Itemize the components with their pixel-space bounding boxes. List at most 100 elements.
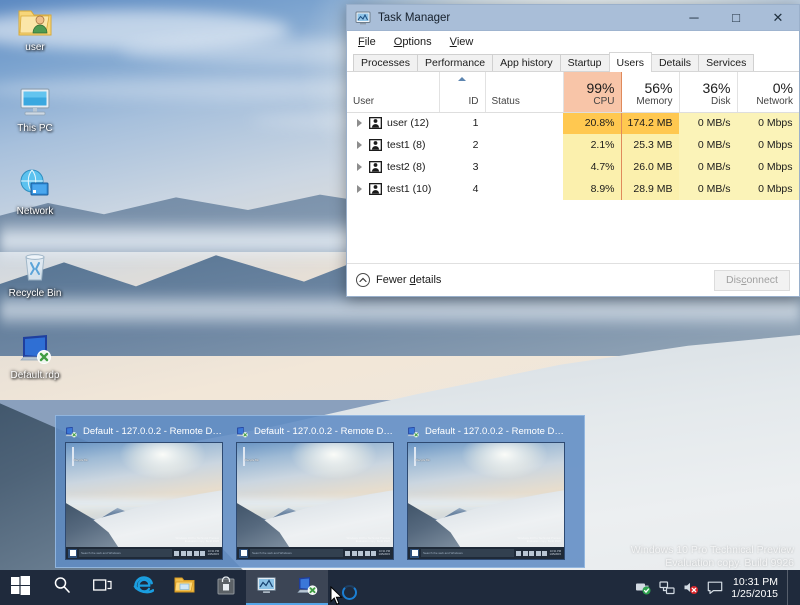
fewer-details-label: Fewer details bbox=[376, 274, 441, 286]
users-table-body: user (12)120.8%174.2 MB0 MB/s0 Mbpstest1… bbox=[347, 112, 799, 200]
column-header-disk[interactable]: 36% Disk bbox=[679, 72, 737, 112]
column-header-label: Network bbox=[744, 96, 794, 108]
chevron-up-icon bbox=[356, 273, 370, 287]
windows-watermark: Windows 10 Pro Technical Preview Evaluat… bbox=[631, 544, 794, 570]
column-header-cpu[interactable]: 99% CPU bbox=[563, 72, 621, 112]
column-header-memory[interactable]: 56% Memory bbox=[621, 72, 679, 112]
cell-user[interactable]: test1 (8) bbox=[347, 134, 439, 156]
desktop-icon-label: This PC bbox=[15, 123, 55, 134]
start-button[interactable] bbox=[0, 570, 41, 605]
menu-bar: File Options View bbox=[347, 31, 799, 52]
title-bar[interactable]: Task Manager ─ □ ✕ bbox=[347, 5, 799, 31]
remote-desktop-icon bbox=[407, 425, 420, 437]
expand-row-icon[interactable] bbox=[357, 141, 362, 149]
mini-tray bbox=[516, 551, 547, 556]
tab-app-history[interactable]: App history bbox=[492, 54, 561, 71]
expand-row-icon[interactable] bbox=[357, 163, 362, 171]
table-header-row: User ID Status 99% CPU bbox=[347, 72, 799, 112]
search-icon bbox=[53, 576, 71, 599]
table-row[interactable]: test1 (8)22.1%25.3 MB0 MB/s0 Mbps bbox=[347, 134, 799, 156]
expand-row-icon[interactable] bbox=[357, 119, 362, 127]
desktop-icon-this-pc[interactable]: This PC bbox=[0, 85, 70, 134]
tray-action-center-icon[interactable] bbox=[707, 580, 722, 595]
thumbnail-title: Default - 127.0.0.2 - Remote Des... bbox=[254, 426, 394, 437]
tray-volume-icon[interactable] bbox=[683, 580, 698, 595]
cell-memory: 25.3 MB bbox=[621, 134, 679, 156]
tab-performance[interactable]: Performance bbox=[417, 54, 493, 71]
store-button[interactable] bbox=[205, 570, 246, 605]
desktop-icon-recycle-bin[interactable]: Recycle Bin bbox=[0, 250, 70, 299]
taskbar-clock[interactable]: 10:31 PM 1/25/2015 bbox=[731, 576, 778, 600]
column-header-network[interactable]: 0% Network bbox=[737, 72, 799, 112]
remote-desktop-button[interactable] bbox=[287, 570, 328, 605]
mini-tray bbox=[345, 551, 376, 556]
maximize-button[interactable]: □ bbox=[715, 5, 757, 31]
tab-details[interactable]: Details bbox=[651, 54, 699, 71]
cell-user[interactable]: test1 (10) bbox=[347, 178, 439, 200]
tab-bar: Processes Performance App history Startu… bbox=[347, 52, 799, 72]
tab-services[interactable]: Services bbox=[698, 54, 754, 71]
desktop-icon-default-rdp[interactable]: Default.rdp bbox=[0, 332, 70, 381]
mini-clock: 10:31 PM1/25/2015 bbox=[378, 550, 391, 556]
mini-icon-glyph bbox=[72, 447, 74, 466]
thumbnail-image[interactable]: Recycle Bin Windows 10 Pro Technical Prev… bbox=[236, 442, 394, 560]
tab-processes[interactable]: Processes bbox=[353, 54, 418, 71]
file-explorer-button[interactable] bbox=[164, 570, 205, 605]
tray-safely-remove-icon[interactable] bbox=[635, 580, 650, 595]
watermark-line-2: Evaluation copy. Build 9926 bbox=[631, 557, 794, 570]
fewer-details-button[interactable]: Fewer details bbox=[356, 273, 441, 287]
cell-disk: 0 MB/s bbox=[679, 178, 737, 200]
users-pane: User ID Status 99% CPU bbox=[347, 72, 799, 263]
thumbnail-item[interactable]: Default - 127.0.0.2 - Remote Des...Recyc… bbox=[65, 423, 223, 560]
task-manager-button[interactable] bbox=[246, 570, 287, 605]
cell-cpu: 20.8% bbox=[563, 112, 621, 134]
task-view-button[interactable] bbox=[82, 570, 123, 605]
mini-watermark: Windows 10 Pro Technical PreviewEvaluati… bbox=[347, 537, 390, 544]
thumbnail-header: Default - 127.0.0.2 - Remote Des... bbox=[407, 423, 565, 439]
thumbnail-image[interactable]: Recycle BinWindows 10 Pro Technical Prev… bbox=[407, 442, 565, 560]
mini-start-button bbox=[239, 549, 248, 558]
search-button[interactable] bbox=[41, 570, 82, 605]
column-header-label: ID bbox=[446, 96, 479, 108]
tab-users[interactable]: Users bbox=[609, 52, 652, 72]
tab-startup[interactable]: Startup bbox=[560, 54, 610, 71]
desktop-icon-network[interactable]: Network bbox=[0, 168, 70, 217]
column-header-label: Memory bbox=[628, 96, 673, 108]
cell-network: 0 Mbps bbox=[737, 134, 799, 156]
mini-icon-label: Recycle Bin bbox=[245, 459, 259, 462]
cell-network: 0 Mbps bbox=[737, 178, 799, 200]
table-row[interactable]: test1 (10)48.9%28.9 MB0 MB/s0 Mbps bbox=[347, 178, 799, 200]
menu-item-options[interactable]: Options bbox=[392, 35, 434, 49]
window-title: Task Manager bbox=[378, 12, 450, 24]
disconnect-button[interactable]: Disconnect bbox=[714, 270, 790, 291]
close-button[interactable]: ✕ bbox=[757, 5, 799, 31]
cell-user-label: test1 (10) bbox=[387, 183, 431, 195]
show-desktop-button[interactable] bbox=[787, 570, 793, 605]
cell-user[interactable]: test2 (8) bbox=[347, 156, 439, 178]
monitor-icon bbox=[0, 85, 70, 121]
cell-memory: 26.0 MB bbox=[621, 156, 679, 178]
mini-icon-glyph bbox=[243, 447, 245, 466]
desktop-icon-user[interactable]: user bbox=[0, 4, 70, 53]
thumbnail-item[interactable]: Default - 127.0.0.2 - Remote Des... Recyc… bbox=[407, 423, 565, 560]
cell-disk: 0 MB/s bbox=[679, 156, 737, 178]
cell-user[interactable]: user (12) bbox=[347, 112, 439, 134]
expand-row-icon[interactable] bbox=[357, 185, 362, 193]
column-header-user[interactable]: User bbox=[347, 72, 439, 112]
cell-id: 3 bbox=[439, 156, 485, 178]
menu-item-file[interactable]: File bbox=[356, 35, 378, 49]
column-header-id[interactable]: ID bbox=[439, 72, 485, 112]
table-row[interactable]: user (12)120.8%174.2 MB0 MB/s0 Mbps bbox=[347, 112, 799, 134]
internet-explorer-button[interactable] bbox=[123, 570, 164, 605]
thumbnail-item[interactable]: Default - 127.0.0.2 - Remote Des... Recyc… bbox=[236, 423, 394, 560]
thumbnail-image[interactable]: Recycle BinWindows 10 Pro Technical Prev… bbox=[65, 442, 223, 560]
remote-desktop-icon bbox=[65, 425, 78, 437]
table-row[interactable]: test2 (8)34.7%26.0 MB0 MB/s0 Mbps bbox=[347, 156, 799, 178]
minimize-button[interactable]: ─ bbox=[673, 5, 715, 31]
tray-network-icon[interactable] bbox=[659, 580, 674, 595]
menu-item-view[interactable]: View bbox=[448, 35, 476, 49]
column-header-status[interactable]: Status bbox=[485, 72, 563, 112]
task-manager-window[interactable]: Task Manager ─ □ ✕ File Options View Pro… bbox=[346, 4, 800, 297]
mini-clock: 10:31 PM1/25/2015 bbox=[549, 550, 562, 556]
user-account-icon bbox=[369, 183, 382, 195]
